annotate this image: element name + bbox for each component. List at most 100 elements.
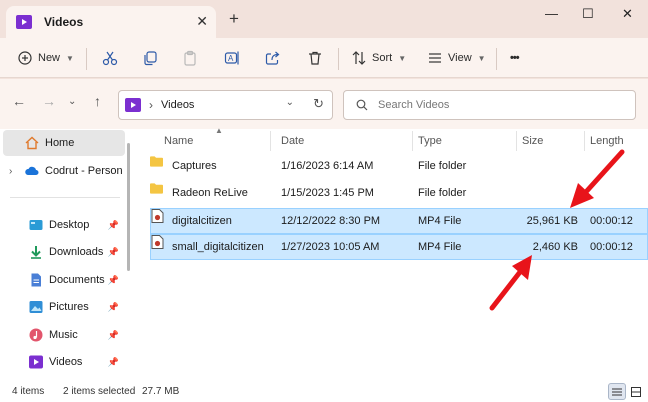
pin-icon: 📌 bbox=[107, 274, 119, 285]
sidebar-item-documents[interactable]: Documents 📌 bbox=[3, 267, 125, 293]
video-file-icon bbox=[151, 235, 164, 249]
copy-button[interactable] bbox=[142, 38, 158, 78]
delete-button[interactable] bbox=[307, 38, 323, 78]
sort-label: Sort bbox=[372, 52, 393, 64]
breadcrumb-videos[interactable]: Videos bbox=[161, 99, 194, 111]
copy-icon bbox=[144, 51, 157, 66]
refresh-icon[interactable]: ↻ bbox=[313, 96, 324, 112]
address-dropdown-icon[interactable]: ⌄ bbox=[286, 97, 294, 108]
sidebar-item-home[interactable]: Home bbox=[3, 130, 125, 156]
sidebar-item-downloads[interactable]: Downloads 📌 bbox=[3, 239, 125, 265]
documents-icon bbox=[31, 273, 41, 287]
file-name: digitalcitizen bbox=[172, 215, 232, 227]
desktop-icon bbox=[29, 220, 43, 230]
chevron-down-icon: ▼ bbox=[477, 53, 486, 63]
paste-icon bbox=[184, 50, 196, 66]
table-row[interactable]: digitalcitizen 12/12/2022 8:30 PM MP4 Fi… bbox=[150, 208, 648, 234]
column-divider[interactable] bbox=[412, 131, 413, 151]
file-name: small_digitalcitizen bbox=[172, 241, 264, 253]
column-header-length[interactable]: Length bbox=[590, 135, 624, 147]
rename-button[interactable]: A bbox=[224, 38, 240, 78]
paste-button[interactable] bbox=[182, 38, 198, 78]
share-button[interactable] bbox=[265, 38, 281, 78]
tiles-view-button[interactable] bbox=[627, 383, 645, 400]
video-file-icon bbox=[151, 209, 164, 223]
breadcrumb-chevron-icon: › bbox=[149, 98, 153, 112]
new-button[interactable]: New ▼ bbox=[18, 38, 74, 78]
pin-icon: 📌 bbox=[107, 329, 119, 340]
details-view-button[interactable] bbox=[608, 383, 626, 400]
sidebar-item-label: Pictures bbox=[49, 301, 89, 313]
videos-folder-icon bbox=[125, 98, 141, 112]
sidebar-item-music[interactable]: Music 📌 bbox=[3, 322, 125, 348]
sidebar-item-label: Music bbox=[49, 329, 78, 341]
sidebar-item-pictures[interactable]: Pictures 📌 bbox=[3, 294, 125, 320]
column-header-size[interactable]: Size bbox=[522, 135, 543, 147]
sidebar-item-label: Desktop bbox=[49, 219, 90, 231]
toolbar-divider bbox=[86, 48, 87, 70]
new-tab-button[interactable]: + bbox=[229, 9, 239, 29]
plus-circle-icon bbox=[18, 51, 32, 65]
videos-icon bbox=[29, 355, 43, 369]
file-length: 00:00:12 bbox=[590, 215, 633, 227]
sidebar-item-label: Downloads bbox=[49, 246, 104, 258]
sidebar-item-onedrive[interactable]: › Codrut - Person bbox=[3, 158, 125, 184]
share-icon bbox=[265, 51, 280, 65]
close-tab-icon[interactable]: ✕ bbox=[196, 13, 208, 30]
expand-chevron-icon[interactable]: › bbox=[9, 166, 17, 177]
toolbar-divider bbox=[496, 48, 497, 70]
svg-text:A: A bbox=[228, 54, 234, 63]
pin-icon: 📌 bbox=[107, 219, 119, 230]
column-header-type[interactable]: Type bbox=[418, 135, 442, 147]
column-divider[interactable] bbox=[270, 131, 271, 151]
sidebar-scrollbar[interactable] bbox=[127, 143, 130, 271]
search-placeholder: Search Videos bbox=[378, 99, 450, 111]
back-arrow-icon[interactable]: ← bbox=[12, 93, 26, 109]
sort-button[interactable]: Sort ▼ bbox=[352, 38, 406, 78]
table-row[interactable]: small_digitalcitizen 1/27/2023 10:05 AM … bbox=[150, 234, 648, 260]
tab-videos[interactable]: Videos ✕ bbox=[6, 6, 216, 38]
forward-arrow-icon[interactable]: → bbox=[42, 93, 56, 109]
sidebar-item-label: Videos bbox=[49, 356, 83, 368]
file-type: MP4 File bbox=[418, 215, 462, 227]
chevron-down-icon: ▼ bbox=[66, 53, 74, 63]
status-bar: 4 items 2 items selected 27.7 MB bbox=[0, 381, 648, 402]
folder-icon bbox=[150, 156, 163, 167]
sort-icon bbox=[352, 51, 366, 65]
more-options-button[interactable]: ••• bbox=[510, 38, 520, 78]
cut-button[interactable] bbox=[102, 38, 118, 78]
minimize-button[interactable]: — bbox=[545, 6, 558, 21]
maximize-button[interactable]: ☐ bbox=[582, 6, 594, 22]
sidebar-item-label: Codrut - Person bbox=[45, 165, 123, 177]
up-arrow-icon[interactable]: ↑ bbox=[94, 93, 101, 109]
sidebar-item-desktop[interactable]: Desktop 📌 bbox=[3, 212, 125, 238]
file-size: 25,961 KB bbox=[526, 215, 578, 227]
file-list: ▲ Name Date Type Size Length Captures 1/… bbox=[140, 126, 648, 381]
column-header-name[interactable]: Name bbox=[164, 135, 193, 147]
column-divider[interactable] bbox=[584, 131, 585, 151]
command-bar: New ▼ A Sort ▼ View ▼ ••• bbox=[0, 38, 648, 78]
selection-count: 2 items selected bbox=[63, 386, 136, 397]
tiles-view-icon bbox=[631, 386, 641, 397]
home-icon bbox=[25, 136, 39, 150]
close-window-button[interactable]: ✕ bbox=[622, 6, 633, 22]
sidebar-item-videos[interactable]: Videos 📌 bbox=[3, 349, 125, 375]
sidebar-item-label: Home bbox=[45, 137, 75, 149]
selection-size: 27.7 MB bbox=[142, 386, 180, 397]
sidebar-divider bbox=[10, 197, 120, 198]
address-bar[interactable]: › Videos ⌄ ↻ bbox=[118, 90, 333, 120]
pictures-icon bbox=[29, 301, 43, 313]
new-label: New bbox=[38, 52, 61, 64]
folder-icon bbox=[150, 183, 163, 194]
table-row[interactable]: Captures 1/16/2023 6:14 AM File folder bbox=[150, 154, 648, 180]
navigation-pane: Home › Codrut - Person Desktop 📌 Downloa… bbox=[0, 129, 133, 381]
column-divider[interactable] bbox=[516, 131, 517, 151]
table-row[interactable]: Radeon ReLive 1/15/2023 1:45 PM File fol… bbox=[150, 181, 648, 207]
view-button[interactable]: View ▼ bbox=[428, 38, 486, 78]
column-header-date[interactable]: Date bbox=[281, 135, 304, 147]
recent-chevron-icon[interactable]: ⌄ bbox=[68, 96, 76, 107]
rename-icon: A bbox=[224, 51, 239, 65]
onedrive-icon bbox=[25, 166, 39, 175]
view-label: View bbox=[448, 52, 472, 64]
search-input[interactable]: Search Videos bbox=[343, 90, 636, 120]
